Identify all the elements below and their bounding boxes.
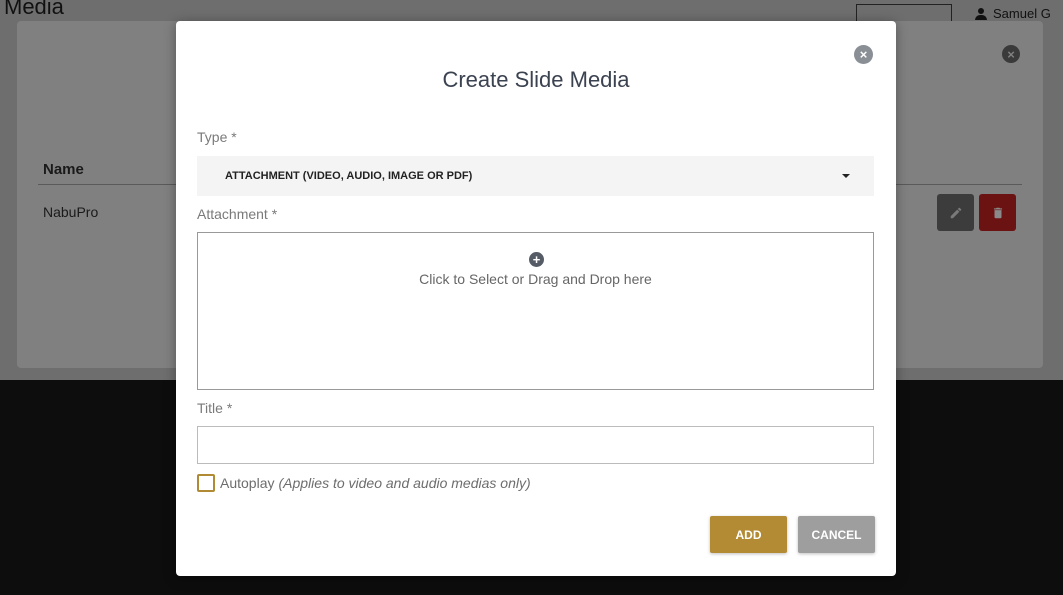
table-row-name: NabuPro [43, 204, 99, 220]
cancel-button[interactable]: CANCEL [798, 516, 875, 553]
attachment-dropzone[interactable]: + Click to Select or Drag and Drop here [197, 232, 874, 390]
pencil-icon [950, 207, 961, 218]
person-icon [975, 7, 987, 20]
edit-button [937, 194, 974, 231]
type-select-value: ATTACHMENT (VIDEO, AUDIO, IMAGE OR PDF) [225, 170, 473, 182]
user-menu: Samuel G [975, 6, 1051, 21]
autoplay-checkbox[interactable] [197, 474, 215, 492]
title-label: Title * [197, 400, 233, 416]
attachment-label: Attachment * [197, 206, 278, 222]
user-name: Samuel G [993, 6, 1051, 21]
dropzone-text: Click to Select or Drag and Drop here [419, 271, 652, 287]
type-select[interactable]: ATTACHMENT (VIDEO, AUDIO, IMAGE OR PDF) [197, 156, 874, 196]
trash-icon [993, 207, 1002, 218]
delete-button [979, 194, 1016, 231]
page-title: Media [4, 0, 64, 19]
autoplay-label: Autoplay [220, 475, 275, 491]
caret-down-icon [842, 174, 850, 178]
plus-circle-icon: + [529, 252, 544, 267]
add-button[interactable]: ADD [710, 516, 787, 553]
title-input[interactable] [197, 426, 874, 464]
close-circle-icon: × [1002, 45, 1020, 63]
autoplay-note: (Applies to video and audio medias only) [278, 475, 531, 491]
close-circle-icon[interactable]: × [854, 45, 873, 64]
create-slide-media-modal: Create Slide Media × Type * ATTACHMENT (… [176, 21, 896, 576]
autoplay-row: Autoplay (Applies to video and audio med… [197, 474, 531, 492]
type-label: Type * [197, 129, 237, 145]
table-header-name: Name [43, 161, 84, 178]
modal-title: Create Slide Media [442, 67, 630, 92]
